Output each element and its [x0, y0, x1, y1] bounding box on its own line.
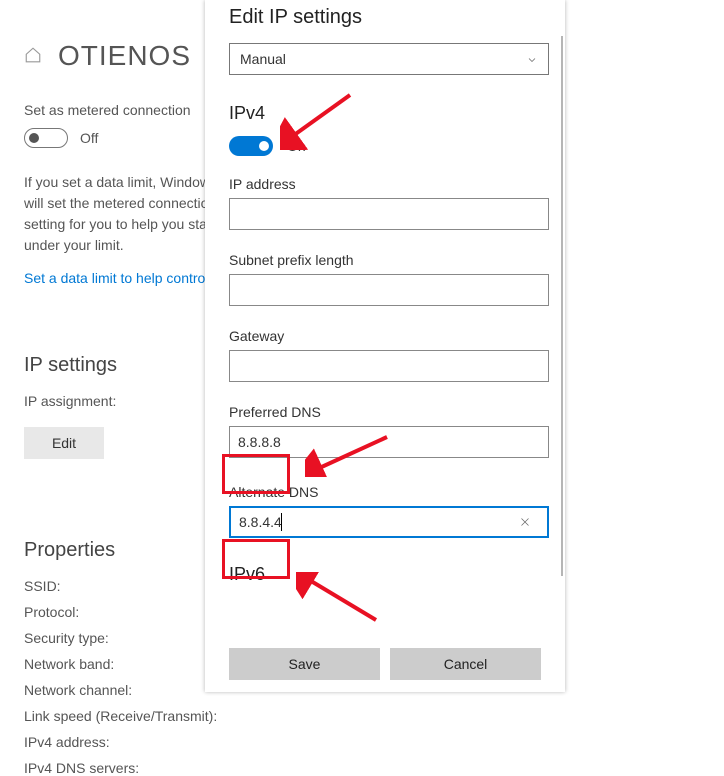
subnet-input[interactable] — [229, 274, 549, 306]
prop-linkspeed: Link speed (Receive/Transmit): — [24, 708, 724, 724]
ipv4-toggle[interactable] — [229, 136, 273, 156]
scrollbar[interactable] — [561, 36, 563, 576]
metered-description: If you set a data limit, Windows will se… — [24, 172, 224, 256]
ip-mode-select[interactable]: Manual — [229, 43, 549, 75]
save-button[interactable]: Save — [229, 648, 380, 680]
gateway-input[interactable] — [229, 350, 549, 382]
edit-button[interactable]: Edit — [24, 427, 104, 459]
prop-ipv4dns: IPv4 DNS servers: — [24, 760, 724, 776]
edit-ip-settings-dialog: Edit IP settings Manual IPv4 On IP addre… — [205, 0, 565, 692]
ip-address-input[interactable] — [229, 198, 549, 230]
metered-toggle-label: Off — [80, 130, 98, 146]
chevron-down-icon — [526, 53, 538, 65]
alternate-dns-label: Alternate DNS — [229, 484, 541, 500]
home-icon — [24, 46, 42, 67]
alternate-dns-input[interactable] — [229, 506, 549, 538]
cancel-button[interactable]: Cancel — [390, 648, 541, 680]
ip-mode-selected: Manual — [240, 51, 286, 67]
ipv6-heading: IPv6 — [229, 564, 541, 585]
preferred-dns-input[interactable] — [229, 426, 549, 458]
ipv4-heading: IPv4 — [229, 103, 541, 124]
gateway-label: Gateway — [229, 328, 541, 344]
page-title: OTIENOS — [58, 40, 191, 72]
dialog-title: Edit IP settings — [229, 6, 541, 29]
ipv4-toggle-label: On — [287, 138, 306, 154]
subnet-label: Subnet prefix length — [229, 252, 541, 268]
ip-address-label: IP address — [229, 176, 541, 192]
text-caret — [281, 513, 282, 531]
clear-input-icon[interactable] — [517, 514, 533, 530]
preferred-dns-label: Preferred DNS — [229, 404, 541, 420]
prop-ipv4addr: IPv4 address: — [24, 734, 724, 750]
